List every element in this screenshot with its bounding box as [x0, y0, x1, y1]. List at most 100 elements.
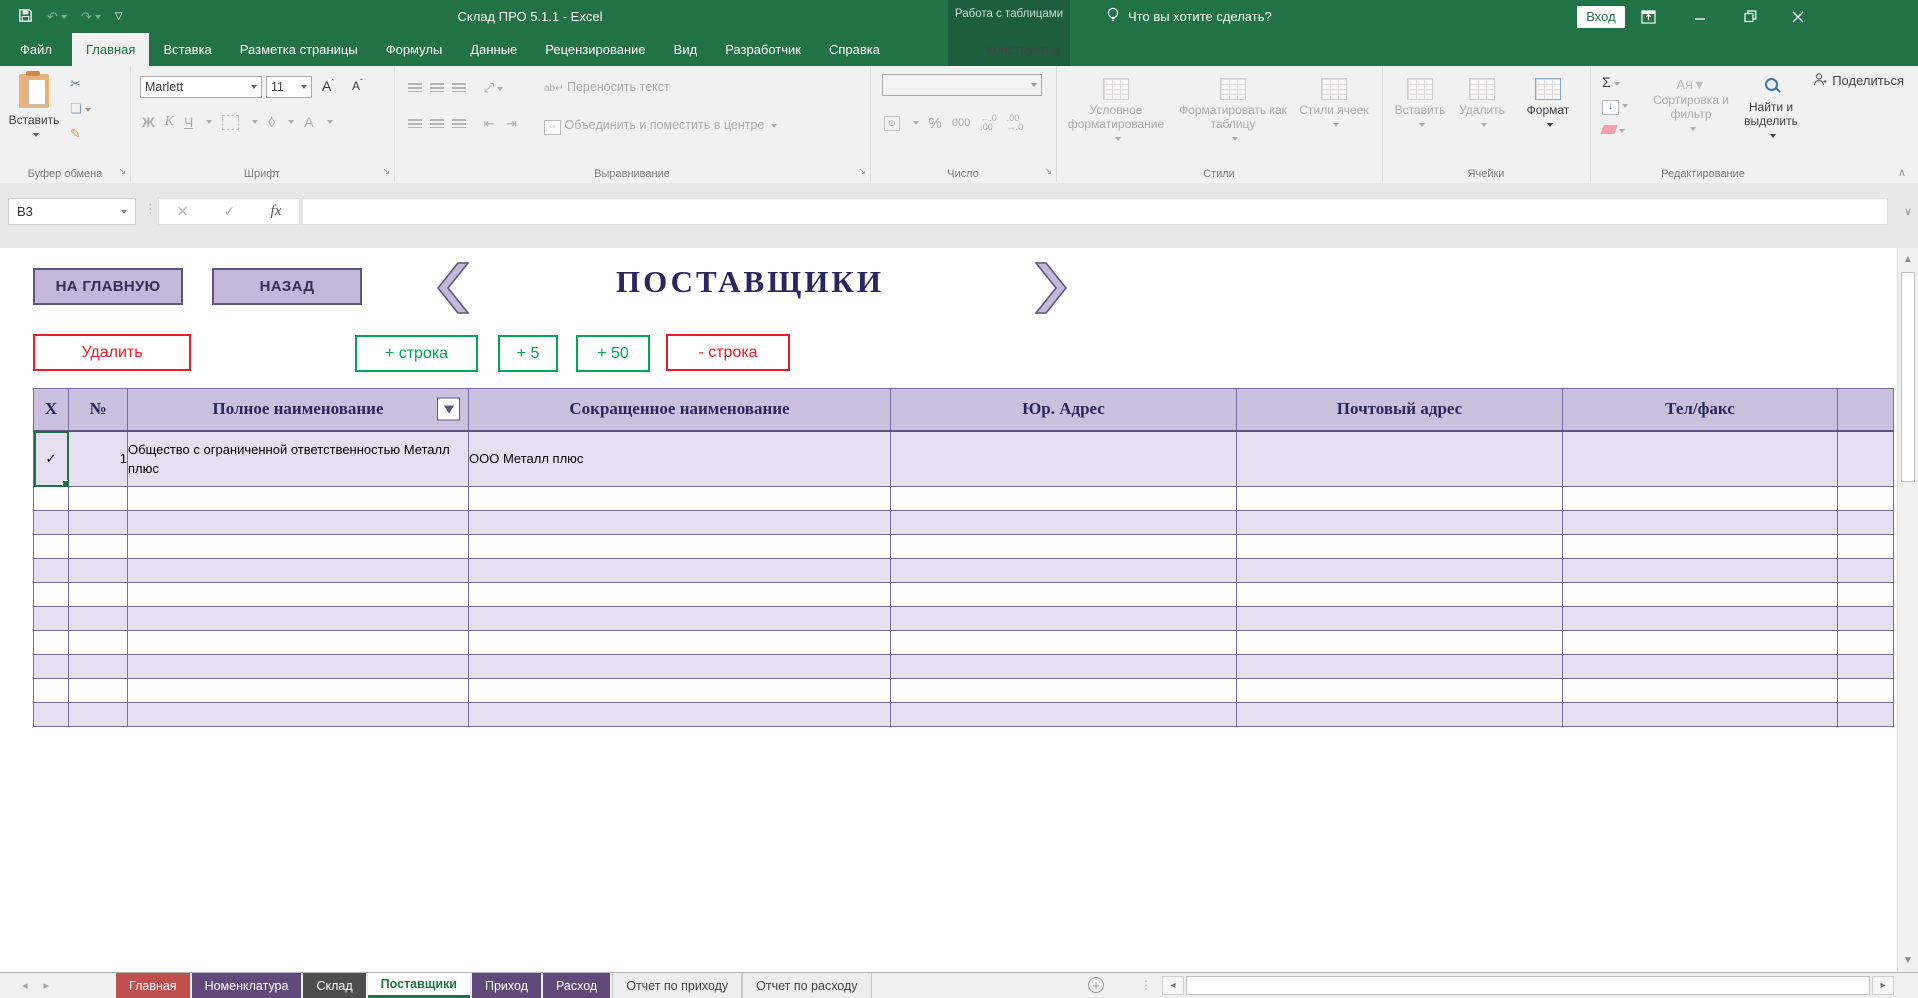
name-box[interactable]: B3 — [8, 198, 136, 225]
italic-button[interactable]: К — [165, 114, 174, 130]
filter-button[interactable] — [437, 398, 460, 421]
empty-cell[interactable] — [34, 631, 69, 655]
align-left-icon[interactable] — [408, 119, 422, 128]
empty-cell[interactable] — [34, 535, 69, 559]
empty-cell[interactable] — [891, 631, 1237, 655]
empty-cell[interactable] — [1838, 487, 1894, 511]
tab-data[interactable]: Данные — [456, 33, 531, 66]
decrease-decimal-icon[interactable]: .00→.0 — [1007, 114, 1024, 132]
new-sheet-icon[interactable]: + — [1088, 977, 1104, 993]
supplier-cell[interactable] — [1838, 431, 1894, 487]
supplier-cell[interactable] — [891, 431, 1237, 487]
percent-style-button[interactable]: % — [929, 115, 942, 132]
empty-cell[interactable] — [69, 487, 128, 511]
empty-cell[interactable] — [469, 583, 891, 607]
empty-cell[interactable] — [34, 679, 69, 703]
borders-icon[interactable] — [222, 115, 239, 130]
autosum-button[interactable]: Σ — [1602, 74, 1628, 90]
header-full-name[interactable]: Полное наименование — [128, 389, 469, 431]
supplier-cell[interactable]: Общество с ограниченной ответственностью… — [128, 431, 469, 487]
scroll-down-icon[interactable]: ▼ — [1901, 955, 1915, 966]
minimize-button[interactable] — [1678, 0, 1722, 33]
empty-cell[interactable] — [128, 679, 469, 703]
add-row-button[interactable]: + строка — [355, 335, 478, 372]
find-select-button[interactable]: Найти и выделить — [1736, 78, 1806, 142]
increase-font-icon[interactable]: Аˆ — [322, 78, 334, 94]
empty-cell[interactable] — [128, 703, 469, 727]
empty-cell[interactable] — [1563, 583, 1838, 607]
fill-color-icon[interactable]: ◊ — [268, 114, 275, 130]
empty-cell[interactable] — [1563, 559, 1838, 583]
empty-cell[interactable] — [1237, 535, 1563, 559]
clear-button[interactable] — [1602, 122, 1628, 137]
empty-cell[interactable] — [69, 655, 128, 679]
insert-function-icon[interactable]: fx — [271, 203, 282, 220]
empty-cell[interactable] — [469, 559, 891, 583]
font-dialog-launcher[interactable]: ↘ — [382, 166, 390, 177]
align-center-icon[interactable] — [430, 119, 444, 128]
empty-cell[interactable] — [891, 703, 1237, 727]
header-postal-address[interactable]: Почтовый адрес — [1237, 389, 1563, 431]
font-color-icon[interactable]: А — [304, 114, 313, 130]
fill-handle[interactable] — [62, 480, 69, 487]
format-cells-button[interactable]: Формат — [1516, 78, 1580, 131]
enter-icon[interactable]: ✓ — [224, 203, 236, 220]
empty-cell[interactable] — [891, 679, 1237, 703]
horizontal-scroll-thumb[interactable] — [1186, 976, 1870, 995]
font-name-combo[interactable]: Marlett — [140, 76, 262, 98]
font-size-combo[interactable]: 11 — [266, 76, 312, 98]
home-button[interactable]: НА ГЛАВНУЮ — [33, 268, 183, 305]
empty-cell[interactable] — [1237, 679, 1563, 703]
hscroll-left-icon[interactable]: ◂ — [1162, 976, 1184, 995]
empty-cell[interactable] — [1237, 583, 1563, 607]
tab-view[interactable]: Вид — [660, 33, 712, 66]
empty-cell[interactable] — [1237, 559, 1563, 583]
header-num[interactable]: № — [69, 389, 128, 431]
bold-button[interactable]: Ж — [142, 114, 155, 130]
empty-cell[interactable] — [1237, 631, 1563, 655]
empty-cell[interactable] — [128, 511, 469, 535]
conditional-formatting-button[interactable]: Условное форматирование — [1062, 78, 1170, 145]
supplier-cell[interactable]: 1 — [69, 431, 128, 487]
empty-cell[interactable] — [1237, 607, 1563, 631]
format-as-table-button[interactable]: Форматировать как таблицу — [1174, 78, 1292, 145]
empty-cell[interactable] — [1237, 703, 1563, 727]
empty-cell[interactable] — [34, 559, 69, 583]
decrease-font-icon[interactable]: Аˇ — [352, 78, 363, 93]
empty-cell[interactable] — [469, 607, 891, 631]
tab-design-contextual[interactable]: Конструктор — [948, 33, 1098, 66]
sign-in-button[interactable]: Вход — [1577, 6, 1625, 28]
empty-cell[interactable] — [128, 607, 469, 631]
empty-cell[interactable] — [128, 559, 469, 583]
back-button[interactable]: НАЗАД — [212, 268, 362, 305]
decrease-indent-icon[interactable]: ⇤ — [484, 116, 495, 131]
empty-cell[interactable] — [1838, 583, 1894, 607]
alignment-dialog-launcher[interactable]: ↘ — [858, 166, 866, 177]
empty-cell[interactable] — [69, 703, 128, 727]
sheet-tab-главная[interactable]: Главная — [116, 973, 190, 998]
expand-formula-bar-icon[interactable]: ∨ — [1904, 205, 1912, 218]
empty-cell[interactable] — [34, 487, 69, 511]
underline-button[interactable]: Ч — [184, 114, 193, 130]
empty-cell[interactable] — [1237, 655, 1563, 679]
empty-cell[interactable] — [469, 679, 891, 703]
delete-cells-button[interactable]: Удалить — [1452, 78, 1512, 131]
delete-button[interactable]: Удалить — [33, 334, 191, 371]
empty-cell[interactable] — [69, 511, 128, 535]
empty-cell[interactable] — [128, 583, 469, 607]
paste-button[interactable]: Вставить — [8, 74, 60, 141]
align-top-icon[interactable] — [408, 83, 422, 92]
clipboard-dialog-launcher[interactable]: ↘ — [118, 166, 126, 177]
empty-cell[interactable] — [891, 487, 1237, 511]
remove-row-button[interactable]: - строка — [666, 334, 790, 371]
align-middle-icon[interactable] — [430, 83, 444, 92]
sheet-tab-номенклатура[interactable]: Номенклатура — [192, 973, 302, 998]
close-button[interactable] — [1776, 0, 1820, 33]
tab-page-layout[interactable]: Разметка страницы — [226, 33, 372, 66]
insert-cells-button[interactable]: Вставить — [1390, 78, 1450, 131]
empty-cell[interactable] — [34, 607, 69, 631]
empty-cell[interactable] — [69, 535, 128, 559]
empty-cell[interactable] — [34, 703, 69, 727]
accounting-format-icon[interactable]: ⊙ — [884, 116, 900, 131]
next-sheet-icon[interactable]: ▸ — [44, 979, 50, 992]
